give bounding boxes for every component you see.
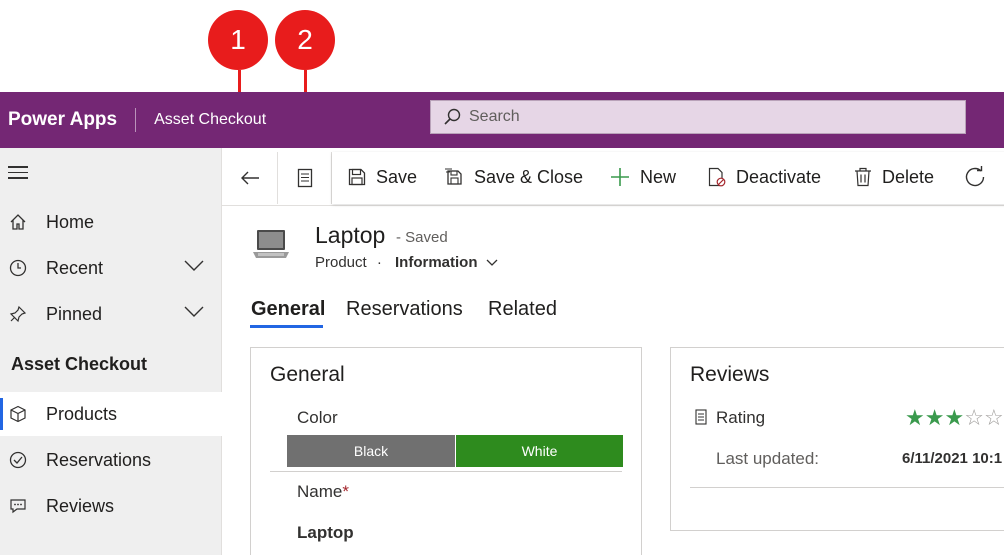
plus-icon [611, 168, 629, 186]
star-filled-icon[interactable]: ★ [925, 405, 945, 430]
form-selector[interactable]: Information [395, 254, 498, 271]
new-button[interactable]: New [610, 164, 676, 190]
form-name: Information [395, 254, 478, 271]
clock-icon [8, 258, 28, 278]
field-divider [270, 471, 622, 472]
deactivate-icon [708, 167, 726, 187]
callout-2: 2 [275, 10, 335, 70]
general-card-title: General [270, 363, 345, 386]
tab-reservations[interactable]: Reservations [346, 298, 463, 321]
new-label: New [640, 166, 677, 187]
chevron-down-icon [486, 259, 497, 266]
sidebar-item-label: Pinned [46, 303, 103, 324]
hamburger-menu-icon[interactable] [8, 166, 28, 180]
name-label-text: Name [297, 482, 343, 501]
search-input[interactable] [469, 108, 929, 126]
sidebar-item-reviews[interactable]: Reviews [0, 484, 222, 528]
save-close-icon [445, 168, 462, 185]
save-button[interactable]: Save [348, 164, 417, 190]
comment-icon [8, 496, 28, 516]
entity-separator: · [376, 254, 382, 271]
last-updated-value: 6/11/2021 10:1 [902, 450, 1003, 467]
deactivate-button[interactable]: Deactivate [708, 164, 821, 190]
trash-icon [855, 167, 871, 187]
sidebar-item-reservations[interactable]: Reservations [0, 438, 222, 482]
back-arrow-icon [240, 171, 259, 185]
callout-1: 1 [208, 10, 268, 70]
app-title[interactable]: Asset Checkout [154, 111, 266, 129]
sidebar-item-products[interactable]: Products [0, 392, 222, 436]
save-close-label: Save & Close [474, 166, 584, 187]
sidebar-item-label: Products [46, 403, 118, 424]
pin-icon [8, 304, 28, 324]
deactivate-label: Deactivate [736, 166, 822, 187]
app-header: Power Apps Asset Checkout [0, 92, 1004, 148]
color-field-label: Color [297, 408, 338, 427]
back-button[interactable] [222, 152, 278, 204]
star-filled-icon[interactable]: ★ [905, 405, 925, 430]
name-field-label: Name* [297, 482, 349, 502]
field-divider [690, 487, 1004, 488]
sidebar-item-label: Home [46, 211, 95, 232]
rating-field-label: Rating [716, 408, 766, 427]
color-option-white[interactable]: White [456, 435, 623, 467]
reviews-card-title: Reviews [690, 363, 770, 386]
sidebar-item-label: Reservations [46, 449, 152, 470]
app-name[interactable]: Power Apps [0, 109, 117, 131]
name-field-value[interactable]: Laptop [297, 523, 354, 543]
star-empty-icon[interactable]: ☆ [964, 405, 984, 430]
command-bar: Save Save & Close New Deactivate Delete [222, 148, 1004, 206]
cube-icon [8, 404, 28, 424]
last-updated-label: Last updated: [716, 449, 820, 468]
required-marker: * [342, 482, 349, 501]
active-tab-indicator [250, 325, 323, 328]
refresh-button[interactable] [964, 164, 996, 190]
laptop-image [253, 230, 289, 258]
record-set-button[interactable] [278, 152, 332, 204]
sidebar: Home Recent Pinned Asset Checkout Produc… [0, 148, 222, 555]
save-label: Save [376, 166, 418, 187]
chevron-down-icon[interactable] [184, 260, 204, 272]
record-entity-name: Product · [315, 254, 382, 271]
star-filled-icon[interactable]: ★ [944, 405, 964, 430]
record-save-status: - Saved [396, 229, 448, 246]
delete-button[interactable]: Delete [854, 164, 934, 190]
sidebar-item-recent[interactable]: Recent [0, 246, 222, 290]
home-icon [8, 212, 28, 232]
tab-general[interactable]: General [251, 298, 325, 321]
tab-related[interactable]: Related [488, 298, 557, 321]
sidebar-section-title: Asset Checkout [11, 354, 148, 374]
save-icon [348, 168, 366, 186]
record-title: Laptop [315, 222, 386, 248]
rating-field-icon [695, 409, 707, 425]
save-close-button[interactable]: Save & Close [444, 164, 583, 190]
search-box[interactable] [430, 100, 966, 134]
header-divider [135, 108, 137, 132]
sidebar-item-home[interactable]: Home [0, 200, 222, 244]
rating-stars[interactable]: ★★★☆☆ [905, 405, 1004, 431]
chevron-down-icon[interactable] [184, 306, 204, 318]
sidebar-item-label: Reviews [46, 495, 115, 516]
entity-label: Product [315, 254, 367, 271]
star-empty-icon[interactable]: ☆ [984, 405, 1004, 430]
refresh-icon [965, 166, 985, 187]
check-circle-icon [8, 450, 28, 470]
sidebar-item-pinned[interactable]: Pinned [0, 292, 222, 336]
search-icon [444, 108, 461, 125]
color-option-black[interactable]: Black [287, 435, 455, 467]
delete-label: Delete [882, 166, 935, 187]
sidebar-item-label: Recent [46, 257, 104, 278]
form-list-icon [297, 168, 312, 188]
